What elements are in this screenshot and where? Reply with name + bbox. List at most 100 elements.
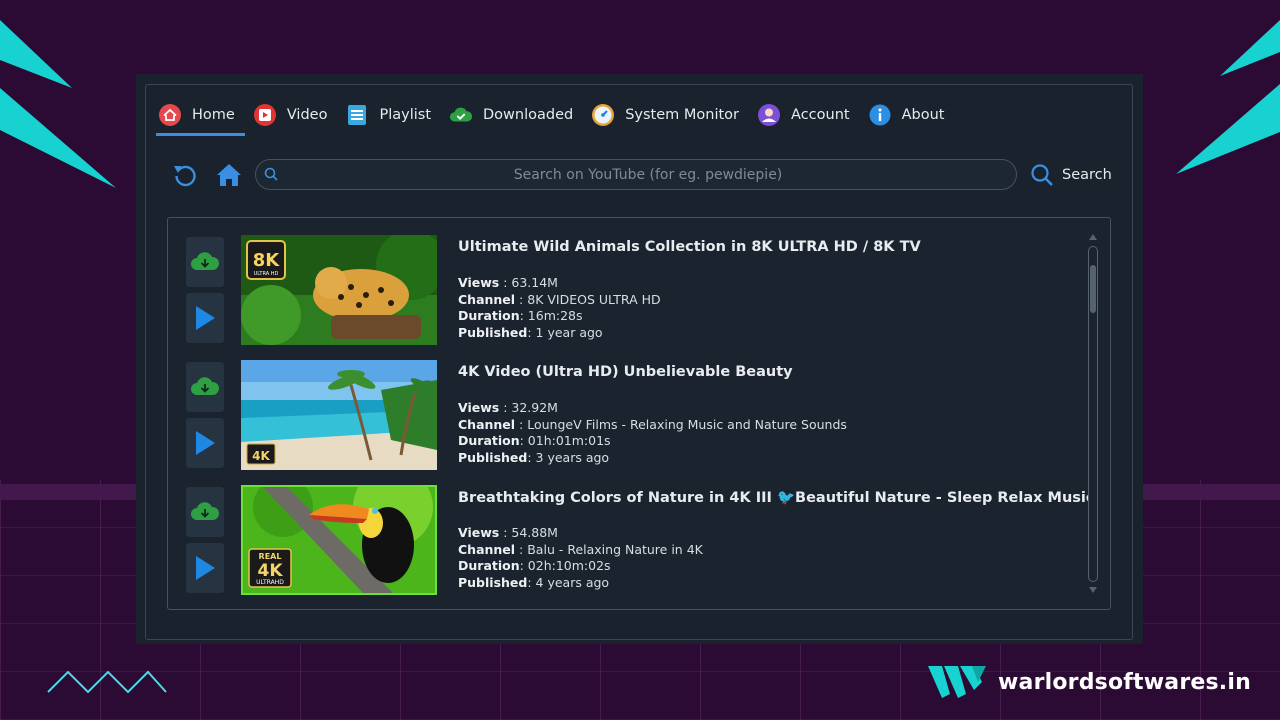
info-icon — [868, 103, 892, 127]
views-value: : 63.14M — [499, 275, 558, 290]
download-button[interactable] — [186, 487, 224, 537]
views-value: : 32.92M — [499, 400, 558, 415]
app-frame: Home Video Playlist Downloaded System Mo… — [145, 84, 1133, 640]
tab-label: Home — [192, 107, 235, 123]
published-value: : 4 years ago — [527, 574, 610, 590]
search-bar — [255, 159, 1017, 190]
channel-value: : Balu - Relaxing Nature in 4K — [515, 541, 703, 557]
video-thumbnail[interactable]: 8K ULTRA HD — [241, 235, 437, 345]
published-value: : 3 years ago — [527, 449, 610, 465]
published-label: Published — [458, 324, 528, 340]
warlord-logo-icon — [928, 666, 986, 698]
channel-value: : 8K VIDEOS ULTRA HD — [515, 291, 661, 307]
tab-label: Downloaded — [483, 107, 574, 123]
tab-system-monitor[interactable]: System Monitor — [591, 99, 739, 131]
duration-label: Duration — [458, 433, 520, 448]
tab-label: System Monitor — [625, 107, 740, 123]
video-title[interactable]: Ultimate Wild Animals Collection in 8K U… — [458, 239, 1088, 259]
scroll-down-arrow-icon[interactable] — [1088, 585, 1098, 595]
cloud-download-icon — [191, 252, 220, 270]
scroll-thumb[interactable] — [1090, 265, 1096, 313]
thumbnail-badge-sub: ULTRA HD — [254, 271, 279, 277]
published-value: : 1 year ago — [527, 324, 603, 340]
channel-label: Channel — [458, 291, 516, 307]
duration-label: Duration — [458, 308, 520, 323]
duration-label: Duration — [458, 558, 520, 573]
channel-label: Channel — [458, 541, 516, 557]
playlist-icon — [345, 103, 369, 127]
thumbnail-badge-sub: ULTRAHD — [256, 579, 284, 586]
duration-value: : 16m:28s — [519, 308, 583, 323]
video-thumbnail[interactable]: 4K — [241, 360, 437, 470]
play-button[interactable] — [186, 418, 224, 468]
video-title[interactable]: 4K Video (Ultra HD) Unbelievable Beauty — [458, 364, 1088, 384]
channel-value: : LoungeV Films - Relaxing Music and Nat… — [515, 416, 847, 432]
views-label: Views — [458, 400, 500, 415]
downloaded-cloud-icon — [449, 103, 473, 127]
search-input[interactable] — [284, 160, 1012, 189]
home-button[interactable] — [214, 160, 244, 190]
play-button[interactable] — [186, 543, 224, 593]
home-icon — [158, 103, 182, 127]
gauge-icon — [591, 103, 615, 127]
tab-account[interactable]: Account — [757, 99, 850, 131]
video-meta: Views : 54.88M Channel : Balu - Relaxing… — [458, 525, 1088, 591]
views-label: Views — [458, 525, 500, 540]
tab-label: About — [901, 107, 945, 123]
video-thumbnail[interactable]: REAL 4K ULTRAHD — [241, 485, 437, 595]
thumbnail-badge: 4K — [257, 561, 283, 581]
play-icon — [196, 306, 215, 330]
video-meta: Views : 32.92M Channel : LoungeV Films -… — [458, 400, 1088, 466]
search-icon — [1031, 164, 1053, 186]
search-button[interactable]: Search — [1030, 158, 1112, 192]
video-info: 4K Video (Ultra HD) Unbelievable Beauty … — [458, 364, 1088, 466]
play-button[interactable] — [186, 293, 224, 343]
tab-bar: Home Video Playlist Downloaded System Mo… — [156, 99, 962, 136]
brand-text: warlordsoftwares.in — [998, 669, 1251, 695]
list-item: REAL 4K ULTRAHD Breathtaking Colors of N… — [186, 485, 1088, 597]
views-value: : 54.88M — [499, 525, 558, 540]
video-title[interactable]: Breathtaking Colors of Nature in 4K III … — [458, 489, 1088, 509]
channel-label: Channel — [458, 416, 516, 432]
right-spike-decoration — [1176, 20, 1280, 174]
video-info: Ultimate Wild Animals Collection in 8K U… — [458, 239, 1088, 341]
account-icon — [757, 103, 781, 127]
brand-logo: warlordsoftwares.in — [928, 664, 1251, 700]
left-spike-decoration — [0, 20, 116, 188]
tab-video[interactable]: Video — [253, 99, 328, 131]
search-field-icon — [264, 167, 278, 181]
refresh-button[interactable] — [170, 160, 200, 190]
vertical-scrollbar[interactable] — [1086, 232, 1100, 596]
thumbnail-badge: 8K — [253, 250, 281, 271]
duration-value: : 01h:01m:01s — [519, 433, 611, 448]
download-button[interactable] — [186, 237, 224, 287]
tab-downloaded[interactable]: Downloaded — [449, 99, 573, 131]
results-list: 8K ULTRA HD Ultimate Wild Animals Collec… — [167, 217, 1111, 610]
house-icon — [217, 164, 241, 186]
duration-value: : 02h:10m:02s — [519, 558, 611, 573]
zigzag-decoration — [47, 670, 167, 694]
tab-label: Video — [286, 107, 328, 123]
app-window: Home Video Playlist Downloaded System Mo… — [136, 74, 1143, 644]
published-label: Published — [458, 449, 528, 465]
play-icon — [196, 556, 215, 580]
scroll-up-arrow-icon[interactable] — [1088, 232, 1098, 242]
tab-home[interactable]: Home — [156, 99, 245, 136]
download-button[interactable] — [186, 362, 224, 412]
scroll-track[interactable] — [1088, 246, 1098, 582]
tab-label: Playlist — [379, 107, 432, 123]
play-icon — [196, 431, 215, 455]
tab-about[interactable]: About — [868, 99, 945, 131]
thumbnail-badge: 4K — [252, 449, 270, 463]
video-info: Breathtaking Colors of Nature in 4K III … — [458, 489, 1088, 591]
published-label: Published — [458, 574, 528, 590]
tab-label: Account — [791, 107, 850, 123]
thumbnail-badge-top: REAL — [259, 552, 282, 561]
cloud-download-icon — [191, 502, 220, 520]
tab-playlist[interactable]: Playlist — [345, 99, 431, 131]
list-item: 8K ULTRA HD Ultimate Wild Animals Collec… — [186, 235, 1086, 347]
cloud-download-icon — [191, 377, 220, 395]
toolbar: Search — [146, 155, 1134, 195]
list-item: 4K 4K Video (Ultra HD) Unbelievable Beau… — [186, 360, 1086, 472]
video-icon — [253, 103, 277, 127]
